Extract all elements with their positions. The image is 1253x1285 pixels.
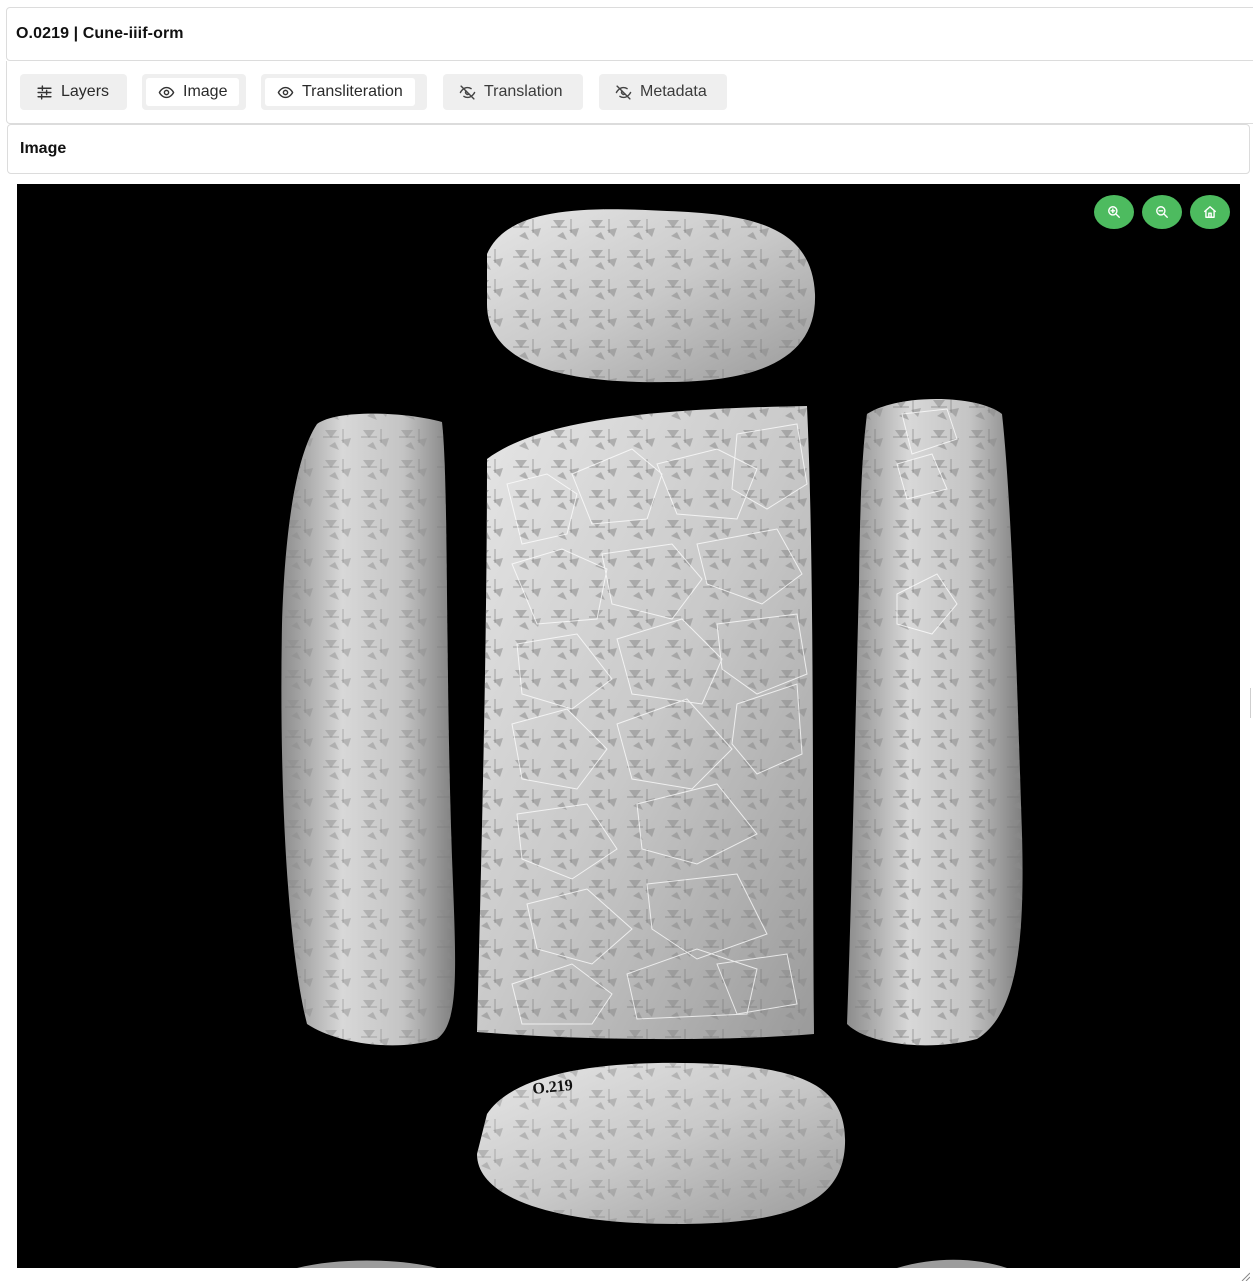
metadata-toggle-button[interactable]: Metadata	[599, 74, 727, 110]
transliteration-toggle-button[interactable]: Transliteration	[261, 74, 427, 110]
title-bar: O.0219 | Cune-iiif-orm	[6, 7, 1253, 61]
next-tablet-sliver	[897, 1259, 1007, 1268]
tablet-bottom-edge: O.219	[477, 1062, 846, 1224]
eye-icon	[158, 86, 175, 98]
tablet-obverse	[477, 406, 814, 1040]
eye-icon	[277, 86, 294, 98]
zoom-in-icon	[1108, 206, 1120, 218]
panel-title: Image	[20, 140, 67, 157]
translation-toggle-button[interactable]: Translation	[443, 74, 583, 110]
layer-toolbar: Layers Image Transliteration Translation	[6, 61, 1253, 124]
eye-off-icon	[615, 84, 632, 100]
layers-button[interactable]: Layers	[20, 74, 127, 110]
eye-off-icon	[459, 84, 476, 100]
translation-toggle-label: Translation	[484, 83, 563, 100]
window-title: O.0219 | Cune-iiif-orm	[16, 25, 184, 42]
metadata-toggle-label: Metadata	[640, 83, 707, 100]
zoom-in-button[interactable]	[1094, 195, 1134, 229]
image-viewer[interactable]: O.219	[17, 184, 1240, 1268]
next-tablet-sliver	[297, 1260, 437, 1268]
sliders-icon	[37, 84, 52, 100]
resize-grip-icon[interactable]	[1240, 1271, 1250, 1281]
image-toggle-button[interactable]: Image	[142, 74, 246, 110]
tablet-right-edge	[847, 399, 1023, 1046]
zoom-out-button[interactable]	[1142, 195, 1182, 229]
transliteration-toggle-label: Transliteration	[302, 83, 403, 100]
image-panel-header: Image	[7, 124, 1250, 174]
image-toggle-label: Image	[183, 83, 228, 100]
zoom-out-icon	[1156, 206, 1168, 218]
tablet-image[interactable]: O.219	[17, 184, 1240, 1268]
layers-label: Layers	[61, 83, 110, 100]
home-button[interactable]	[1190, 195, 1230, 229]
home-icon	[1204, 206, 1216, 218]
tablet-left-edge	[281, 413, 456, 1046]
tablet-top-edge	[487, 209, 816, 383]
